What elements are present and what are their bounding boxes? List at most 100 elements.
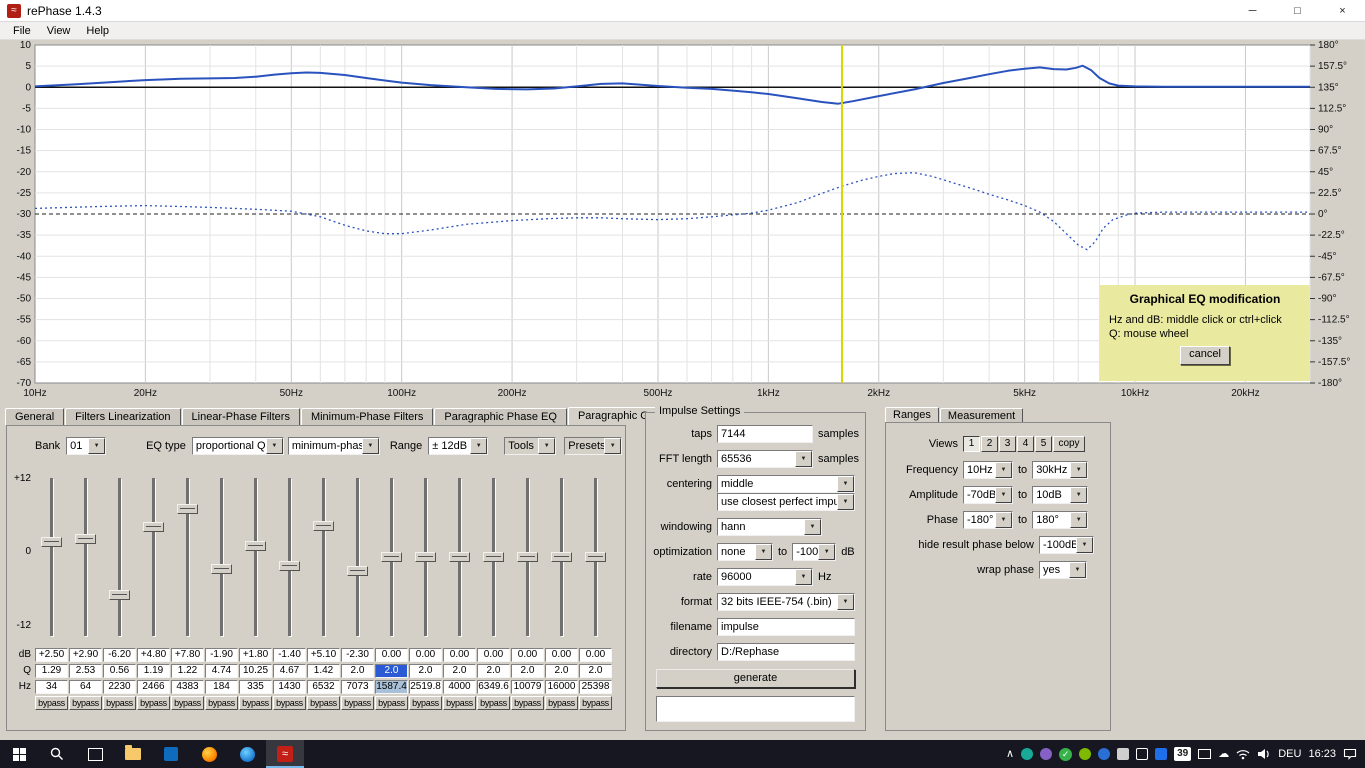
cancel-button[interactable]: cancel [1180,346,1230,365]
tray-icon-teal[interactable] [1021,748,1033,760]
tab-general[interactable]: General [5,408,64,425]
windowing-select[interactable]: hann▼ [717,518,822,536]
eq-type-select[interactable]: proportional Q▼ [192,437,284,455]
eq-band-17-slider[interactable] [579,478,612,636]
tray-icon-gray[interactable] [1117,748,1129,760]
monitor-icon[interactable] [1198,749,1211,759]
view-button-3[interactable]: 3 [999,436,1016,452]
slider-thumb[interactable] [143,522,164,532]
slider-thumb[interactable] [381,552,402,562]
amplitude-from-select[interactable]: -70dB▼ [963,486,1013,504]
tab-paragraphic-phase-eq[interactable]: Paragraphic Phase EQ [434,408,567,425]
eq-db-cell-8[interactable]: -1.40 [273,648,306,662]
eq-db-cell-15[interactable]: 0.00 [511,648,544,662]
eq-q-cell-4[interactable]: 1.19 [137,664,170,678]
eq-bypass-button-13[interactable]: bypass [443,696,476,710]
eq-bypass-button-7[interactable]: bypass [239,696,272,710]
eq-q-cell-14[interactable]: 2.0 [477,664,510,678]
rephase-taskbar-button[interactable]: ≈ [266,740,304,768]
firefox-button[interactable] [190,740,228,768]
eq-db-cell-9[interactable]: +5.10 [307,648,340,662]
eq-band-9-slider[interactable] [307,478,340,636]
eq-db-cell-10[interactable]: -2.30 [341,648,374,662]
eq-bypass-button-14[interactable]: bypass [477,696,510,710]
wrap-phase-select[interactable]: yes▼ [1039,561,1087,579]
eq-hz-cell-4[interactable]: 2466 [137,680,170,694]
eq-db-cell-3[interactable]: -6.20 [103,648,136,662]
eq-hz-cell-3[interactable]: 2230 [103,680,136,694]
eq-q-cell-15[interactable]: 2.0 [511,664,544,678]
eq-phase-select[interactable]: minimum-phase▼ [288,437,380,455]
phase-to-select[interactable]: 180°▼ [1032,511,1088,529]
eq-bypass-button-17[interactable]: bypass [579,696,612,710]
search-button[interactable] [38,740,76,768]
keyboard-language[interactable]: DEU [1278,748,1301,760]
tab-ranges[interactable]: Ranges [885,407,939,423]
view-button-2[interactable]: 2 [981,436,998,452]
eq-band-15-slider[interactable] [511,478,544,636]
eq-q-cell-12[interactable]: 2.0 [409,664,442,678]
clock[interactable]: 16:23 [1308,748,1336,760]
eq-db-cell-11[interactable]: 0.00 [375,648,408,662]
slider-thumb[interactable] [279,561,300,571]
eq-bypass-button-2[interactable]: bypass [69,696,102,710]
eq-q-cell-1[interactable]: 1.29 [35,664,68,678]
minimize-button[interactable]: ─ [1230,0,1275,21]
slider-thumb[interactable] [313,521,334,531]
eq-hz-cell-8[interactable]: 1430 [273,680,306,694]
view-button-copy[interactable]: copy [1053,436,1085,452]
eq-bypass-button-10[interactable]: bypass [341,696,374,710]
eq-db-cell-5[interactable]: +7.80 [171,648,204,662]
eq-db-cell-17[interactable]: 0.00 [579,648,612,662]
tray-icon-blue-square[interactable] [1155,748,1167,760]
tray-icon-outline[interactable] [1136,748,1148,760]
slider-thumb[interactable] [109,590,130,600]
start-button[interactable] [0,740,38,768]
eq-hz-cell-5[interactable]: 4383 [171,680,204,694]
eq-band-5-slider[interactable] [171,478,204,636]
eq-band-4-slider[interactable] [137,478,170,636]
eq-q-cell-7[interactable]: 10.25 [239,664,272,678]
maximize-button[interactable]: □ [1275,0,1320,21]
slider-thumb[interactable] [585,552,606,562]
eq-db-cell-7[interactable]: +1.80 [239,648,272,662]
slider-thumb[interactable] [483,552,504,562]
slider-thumb[interactable] [449,552,470,562]
view-button-5[interactable]: 5 [1035,436,1052,452]
bank-select[interactable]: 01▼ [66,437,106,455]
eq-bypass-button-11[interactable]: bypass [375,696,408,710]
centering-mode-select[interactable]: use closest perfect impulse▼ [717,493,855,511]
directory-input[interactable] [717,643,855,661]
tray-expand-chevron-icon[interactable]: ∧ [1006,747,1014,761]
eq-hz-cell-1[interactable]: 34 [35,680,68,694]
range-select[interactable]: ± 12dB▼ [428,437,488,455]
eq-q-cell-13[interactable]: 2.0 [443,664,476,678]
file-explorer-button[interactable] [114,740,152,768]
eq-q-cell-3[interactable]: 0.56 [103,664,136,678]
eq-bypass-button-9[interactable]: bypass [307,696,340,710]
frequency-to-select[interactable]: 30kHz▼ [1032,461,1088,479]
view-button-1[interactable]: 1 [963,436,980,452]
tab-measurement[interactable]: Measurement [940,408,1023,423]
slider-thumb[interactable] [245,541,266,551]
eq-db-cell-6[interactable]: -1.90 [205,648,238,662]
format-select[interactable]: 32 bits IEEE-754 (.bin)▼ [717,593,855,611]
eq-bypass-button-12[interactable]: bypass [409,696,442,710]
optimization-select[interactable]: none▼ [717,543,773,561]
eq-hz-cell-14[interactable]: 6349.6 [477,680,510,694]
eq-hz-cell-17[interactable]: 25398 [579,680,612,694]
eq-bypass-button-6[interactable]: bypass [205,696,238,710]
eq-bypass-button-16[interactable]: bypass [545,696,578,710]
eq-band-8-slider[interactable] [273,478,306,636]
amplitude-to-select[interactable]: 10dB▼ [1032,486,1088,504]
frequency-from-select[interactable]: 10Hz▼ [963,461,1013,479]
centering-select[interactable]: middle▼ [717,475,855,493]
eq-band-7-slider[interactable] [239,478,272,636]
eq-q-cell-9[interactable]: 1.42 [307,664,340,678]
volume-icon[interactable] [1257,748,1271,760]
eq-hz-cell-13[interactable]: 4000 [443,680,476,694]
menu-help[interactable]: Help [78,24,117,38]
eq-hz-cell-9[interactable]: 6532 [307,680,340,694]
cloud-icon[interactable]: ☁ [1218,747,1229,761]
slider-thumb[interactable] [551,552,572,562]
